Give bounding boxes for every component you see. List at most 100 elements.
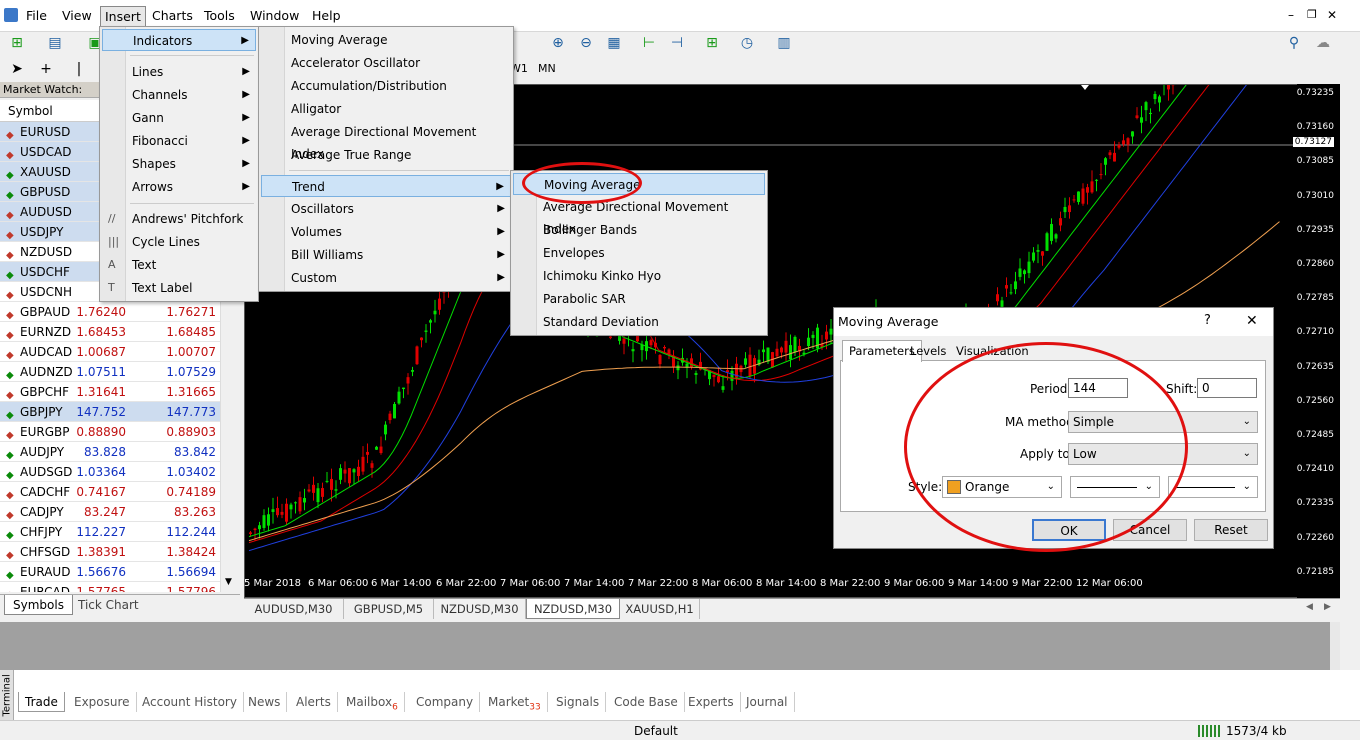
autoscroll-icon[interactable]: ⊣ xyxy=(668,35,686,51)
chart-tab[interactable]: GBPUSD,M5 xyxy=(344,599,434,619)
menu-file[interactable]: File xyxy=(26,8,47,23)
insert-menu-item[interactable]: Channels ▶ xyxy=(102,84,256,106)
cursor-icon[interactable]: ➤ xyxy=(8,61,26,77)
shift-input[interactable]: 0 xyxy=(1197,378,1257,398)
insert-menu-item[interactable]: Gann ▶ xyxy=(102,107,256,129)
zoom-in-icon[interactable]: ⊕ xyxy=(549,35,567,51)
tab-tick-chart[interactable]: Tick Chart xyxy=(70,595,147,615)
table-row[interactable]: ◆ CHFSGD 1.38391 1.38424 xyxy=(0,542,220,562)
indicators-menu-item[interactable]: Volumes ▶ xyxy=(261,221,511,243)
terminal-tab[interactable]: Signals xyxy=(550,692,607,712)
table-row[interactable]: ◆ AUDJPY 83.828 83.842 xyxy=(0,442,220,462)
terminal-tab[interactable]: Company xyxy=(410,692,481,712)
indicators-menu-item[interactable]: Trend ▶ xyxy=(261,175,511,197)
insert-menu-item[interactable]: Shapes ▶ xyxy=(102,153,256,175)
insert-menu-item[interactable]: ||| Cycle Lines xyxy=(102,231,256,253)
indicators-menu-item[interactable]: Bill Williams ▶ xyxy=(261,244,511,266)
insert-menu-item[interactable]: // Andrews' Pitchfork xyxy=(102,208,256,230)
scroll-left-icon[interactable]: ◀ xyxy=(1306,602,1313,612)
indicators-menu-item[interactable]: Oscillators ▶ xyxy=(261,198,511,220)
close-window-icon[interactable]: ✕ xyxy=(1327,8,1337,22)
insert-menu-item[interactable]: Fibonacci ▶ xyxy=(102,130,256,152)
app-icon[interactable] xyxy=(4,8,18,22)
table-row[interactable]: ◆ EURAUD 1.56676 1.56694 xyxy=(0,562,220,582)
zoom-out-icon[interactable]: ⊖ xyxy=(577,35,595,51)
insert-menu-item[interactable]: Arrows ▶ xyxy=(102,176,256,198)
reset-button[interactable]: Reset xyxy=(1194,519,1268,541)
terminal-tab[interactable]: News xyxy=(242,692,288,712)
tab-levels[interactable]: Levels xyxy=(910,344,946,358)
menu-insert[interactable]: Insert xyxy=(100,6,146,27)
table-row[interactable]: ◆ CHFJPY 112.227 112.244 xyxy=(0,522,220,542)
trend-menu-item[interactable]: Envelopes xyxy=(513,242,765,264)
menu-charts[interactable]: Charts xyxy=(152,8,193,23)
indicators-menu-item[interactable]: Alligator xyxy=(261,98,511,120)
trend-menu-item[interactable]: Parabolic SAR xyxy=(513,288,765,310)
indicators-menu-item[interactable]: Accelerator Oscillator xyxy=(261,52,511,74)
periods-icon[interactable]: ◷ xyxy=(738,35,756,51)
scroll-down-icon[interactable]: ▼ xyxy=(225,577,232,587)
insert-menu-item[interactable]: A Text xyxy=(102,254,256,276)
indicators-menu-item[interactable]: Custom ▶ xyxy=(261,267,511,289)
close-icon[interactable]: ✕ xyxy=(1246,313,1258,329)
terminal-tab[interactable]: Exposure xyxy=(68,692,137,712)
trend-menu-item[interactable]: Ichimoku Kinko Hyo xyxy=(513,265,765,287)
terminal-tab[interactable]: Experts xyxy=(682,692,741,712)
line-width-select[interactable]: ⌄ xyxy=(1168,476,1258,498)
search-icon[interactable]: ⚲ xyxy=(1285,35,1303,51)
table-row[interactable]: ◆ EURCAD 1.57765 1.57796 xyxy=(0,582,220,592)
terminal-tab[interactable]: Market33 xyxy=(482,692,548,712)
insert-menu-item[interactable]: Indicators ▶ xyxy=(102,29,256,51)
table-row[interactable]: ◆ CADJPY 83.247 83.263 xyxy=(0,502,220,522)
table-row[interactable]: ◆ GBPAUD 1.76240 1.76271 xyxy=(0,302,220,322)
indicators-menu-item[interactable]: Moving Average xyxy=(261,29,511,51)
menu-tools[interactable]: Tools xyxy=(204,8,235,23)
column-symbol[interactable]: Symbol xyxy=(8,104,53,118)
indicators-menu-item[interactable]: Average Directional Movement Index xyxy=(261,121,511,161)
terminal-tab[interactable]: Alerts xyxy=(290,692,338,712)
menu-help[interactable]: Help xyxy=(312,8,341,23)
restore-icon[interactable]: ❐ xyxy=(1307,8,1317,21)
insert-menu-item[interactable]: T Text Label xyxy=(102,277,256,299)
insert-menu-item[interactable]: Lines ▶ xyxy=(102,61,256,83)
table-row[interactable]: ◆ EURGBP 0.88890 0.88903 xyxy=(0,422,220,442)
new-chart-icon[interactable]: ⊞ xyxy=(8,35,26,51)
terminal-tab[interactable]: Account History xyxy=(136,692,244,712)
right-scrollbar[interactable] xyxy=(1330,622,1340,670)
terminal-tab[interactable]: Trade xyxy=(18,692,65,712)
indicators-menu-item[interactable]: Average True Range xyxy=(261,144,511,166)
chart-shift-icon[interactable]: ⊢ xyxy=(640,35,658,51)
tab-symbols[interactable]: Symbols xyxy=(4,595,73,615)
table-row[interactable]: ◆ GBPCHF 1.31641 1.31665 xyxy=(0,382,220,402)
table-row[interactable]: ◆ AUDSGD 1.03364 1.03402 xyxy=(0,462,220,482)
chat-icon[interactable]: ☁ xyxy=(1314,35,1332,51)
crosshair-icon[interactable]: + xyxy=(37,61,55,77)
chart-tab[interactable]: AUDUSD,M30 xyxy=(244,599,344,619)
trend-menu-item[interactable]: Bollinger Bands xyxy=(513,219,765,241)
table-row[interactable]: ◆ AUDNZD 1.07511 1.07529 xyxy=(0,362,220,382)
minimize-icon[interactable]: – xyxy=(1288,8,1294,22)
timeframe-mn[interactable]: MN xyxy=(538,62,556,75)
menu-view[interactable]: View xyxy=(62,8,92,23)
table-row[interactable]: ◆ GBPJPY 147.752 147.773 xyxy=(0,402,220,422)
terminal-label: Terminal xyxy=(1,674,13,717)
table-row[interactable]: ◆ CADCHF 0.74167 0.74189 xyxy=(0,482,220,502)
templates-icon[interactable]: ▥ xyxy=(775,35,793,51)
terminal-tab[interactable]: Mailbox6 xyxy=(340,692,405,712)
tile-windows-icon[interactable]: ▦ xyxy=(605,35,623,51)
indicators-menu-item[interactable]: Accumulation/Distribution xyxy=(261,75,511,97)
table-row[interactable]: ◆ AUDCAD 1.00687 1.00707 xyxy=(0,342,220,362)
menu-window[interactable]: Window xyxy=(250,8,299,23)
vertical-line-icon[interactable]: | xyxy=(70,61,88,77)
chart-tab[interactable]: NZDUSD,M30 xyxy=(526,599,620,619)
chart-tab[interactable]: XAUUSD,H1 xyxy=(620,599,700,619)
table-row[interactable]: ◆ EURNZD 1.68453 1.68485 xyxy=(0,322,220,342)
terminal-tab[interactable]: Code Base xyxy=(608,692,685,712)
trend-menu-item[interactable]: Standard Deviation xyxy=(513,311,765,333)
profiles-icon[interactable]: ▤ xyxy=(46,35,64,51)
indicators-icon[interactable]: ⊞ xyxy=(703,35,721,51)
terminal-tab[interactable]: Journal xyxy=(740,692,795,712)
scroll-right-icon[interactable]: ▶ xyxy=(1324,602,1331,612)
chart-tab[interactable]: NZDUSD,M30 xyxy=(434,599,526,619)
help-button[interactable]: ? xyxy=(1204,313,1211,328)
